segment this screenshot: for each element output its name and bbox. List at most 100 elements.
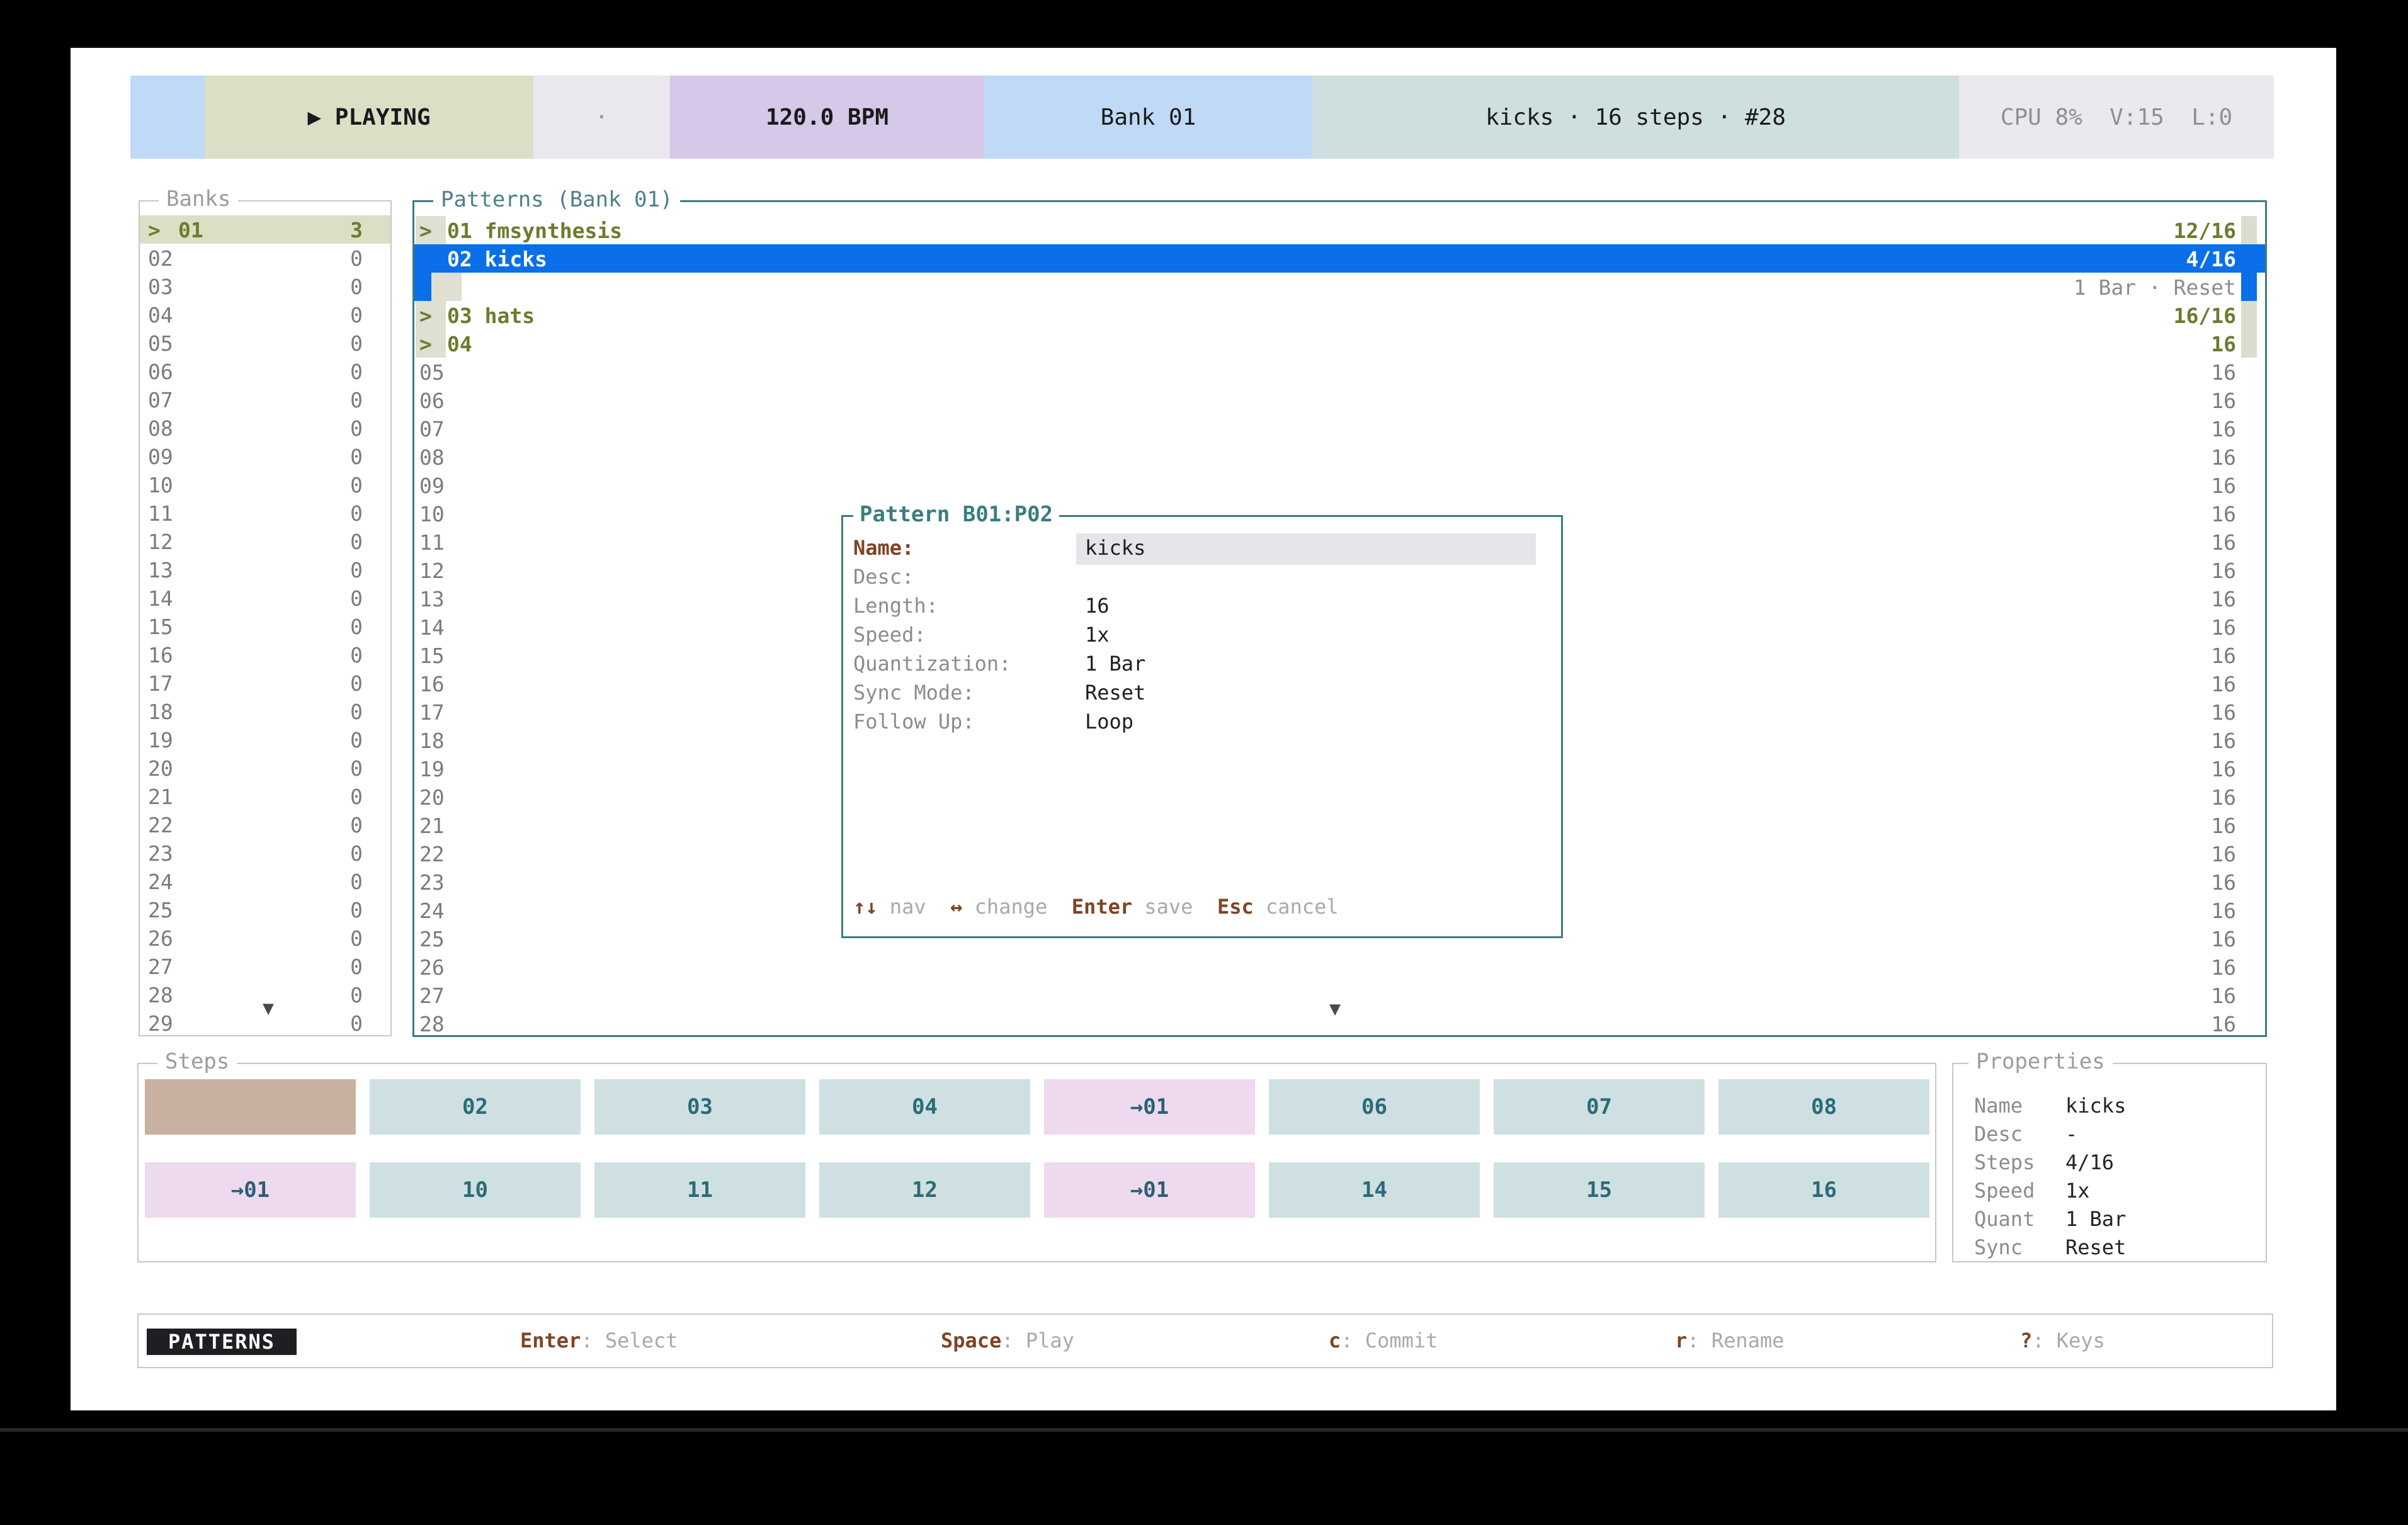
hint-key: c — [1329, 1329, 1341, 1352]
step-cell-3[interactable]: 03 — [594, 1079, 805, 1135]
bpm-display[interactable]: 120.0 BPM — [670, 76, 984, 159]
status-bar: PATTERNS Enter: SelectSpace: Playc: Comm… — [137, 1313, 2273, 1368]
modal-field-desc[interactable]: Desc: — [843, 561, 1561, 590]
modal-hint-key: ↑↓ — [853, 895, 878, 919]
bank-row-17[interactable]: 170 — [140, 669, 390, 697]
bank-row-18[interactable]: 180 — [140, 697, 390, 725]
bank-number: 18 — [148, 700, 173, 724]
bank-row-16[interactable]: 160 — [140, 640, 390, 669]
pattern-label: 16 — [419, 672, 445, 696]
step-cell-10[interactable]: 10 — [370, 1162, 581, 1218]
pattern-steps-count: 16 — [2211, 587, 2236, 611]
step-cell-16[interactable]: 16 — [1718, 1162, 1929, 1218]
step-cell-15[interactable]: 15 — [1494, 1162, 1705, 1218]
pattern-label: 28 — [419, 1012, 445, 1036]
bank-number: 14 — [148, 586, 173, 611]
pattern-row-08[interactable]: 0816 — [414, 443, 2265, 471]
bank-row-07[interactable]: 070 — [140, 385, 390, 414]
hint-key: r — [1675, 1329, 1687, 1352]
pattern-row-01[interactable]: >01 fmsynthesis12/16 — [414, 216, 2265, 244]
bank-row-01[interactable]: >013 — [140, 215, 390, 244]
bank-row-05[interactable]: 050 — [140, 329, 390, 357]
property-value: 4/16 — [2065, 1150, 2114, 1174]
bank-row-06[interactable]: 060 — [140, 357, 390, 385]
pattern-label: 10 — [419, 502, 445, 526]
step-cell-4[interactable]: 04 — [819, 1079, 1030, 1135]
bank-row-08[interactable]: 080 — [140, 414, 390, 442]
bank-row-03[interactable]: 030 — [140, 272, 390, 300]
step-cell-7[interactable]: 07 — [1494, 1079, 1705, 1135]
bank-row-15[interactable]: 150 — [140, 612, 390, 640]
bank-row-22[interactable]: 220 — [140, 810, 390, 839]
modal-field-length[interactable]: Length:16 — [843, 590, 1561, 619]
modal-field-label: Quantization: — [853, 652, 1011, 676]
pattern-row-03[interactable]: >03 hats16/16 — [414, 301, 2265, 329]
bank-number: 12 — [148, 530, 173, 554]
bank-display[interactable]: Bank 01 — [984, 76, 1312, 159]
pattern-row-26[interactable]: 2616 — [414, 953, 2265, 981]
pattern-label: 24 — [419, 899, 445, 923]
bank-row-21[interactable]: 21 0 — [140, 782, 390, 810]
pattern-row-detail[interactable]: 1 Bar · Reset — [414, 273, 2265, 301]
modal-field-speed[interactable]: Speed:1x — [843, 619, 1561, 648]
patterns-scroll-more-icon[interactable]: ▼ — [1329, 998, 1341, 1020]
step-cell-6[interactable]: 06 — [1269, 1079, 1480, 1135]
bank-pattern-count: 0 — [350, 388, 363, 412]
bank-row-20[interactable]: 200 — [140, 754, 390, 782]
step-cell-9[interactable]: →01 — [145, 1162, 356, 1218]
bank-row-09[interactable]: 090 — [140, 442, 390, 470]
bank-row-19[interactable]: 190 — [140, 725, 390, 754]
bank-row-13[interactable]: 130 — [140, 555, 390, 584]
bank-row-11[interactable]: 110 — [140, 499, 390, 527]
bank-row-04[interactable]: 040 — [140, 300, 390, 329]
step-cell-5[interactable]: →01 — [1044, 1079, 1255, 1135]
step-cell-12[interactable]: 12 — [819, 1162, 1030, 1218]
step-cell-1[interactable] — [145, 1079, 356, 1135]
statusbar-hint-c: c: Commit — [1329, 1315, 1438, 1367]
bank-pattern-count: 0 — [350, 785, 363, 809]
pattern-label: 20 — [419, 785, 445, 810]
modal-field-value: 16 — [1085, 594, 1110, 618]
pattern-row-07[interactable]: 0716 — [414, 414, 2265, 443]
bank-pattern-count: 0 — [350, 643, 363, 667]
bank-row-25[interactable]: 250 — [140, 895, 390, 924]
pattern-row-09[interactable]: 0916 — [414, 471, 2265, 499]
bank-pattern-count: 0 — [350, 983, 363, 1007]
banks-panel-title: Banks — [159, 186, 238, 212]
bank-row-12[interactable]: 120 — [140, 527, 390, 555]
pattern-row-05[interactable]: 0516 — [414, 358, 2265, 386]
banks-scroll-more-icon[interactable]: ▼ — [263, 997, 274, 1019]
step-cell-2[interactable]: 02 — [370, 1079, 581, 1135]
step-cell-label: 14 — [1361, 1177, 1387, 1203]
modal-field-syncmode[interactable]: Sync Mode:Reset — [843, 677, 1561, 706]
pattern-row-04[interactable]: >0416 — [414, 329, 2265, 358]
property-row-speed: Speed1x — [1953, 1176, 2266, 1204]
modal-field-followup[interactable]: Follow Up:Loop — [843, 706, 1561, 735]
property-value: Reset — [2065, 1235, 2126, 1259]
pattern-row-06[interactable]: 0616 — [414, 386, 2265, 414]
step-cell-11[interactable]: 11 — [594, 1162, 805, 1218]
bank-row-14[interactable]: 140 — [140, 584, 390, 612]
bank-number: 21 — [148, 785, 173, 809]
step-cell-14[interactable]: 14 — [1269, 1162, 1480, 1218]
statusbar-hint-space: Space: Play — [941, 1315, 1074, 1367]
step-cell-8[interactable]: 08 — [1718, 1079, 1929, 1135]
pattern-modal-title: Pattern B01:P02 — [853, 502, 1059, 527]
bank-row-24[interactable]: 240 — [140, 867, 390, 895]
bank-row-27[interactable]: 270 — [140, 952, 390, 980]
hint-desc: : Keys — [2032, 1329, 2105, 1352]
bank-row-23[interactable]: 230 — [140, 839, 390, 867]
pattern-label: 08 — [419, 445, 445, 470]
pattern-row-02[interactable]: 02 kicks4/16 — [414, 244, 2265, 273]
bank-number: 10 — [148, 473, 173, 497]
bank-row-10[interactable]: 100 — [140, 470, 390, 499]
pattern-steps-count: 16 — [2211, 785, 2236, 810]
property-value: - — [2065, 1122, 2077, 1146]
transport-status[interactable]: ▶ PLAYING — [205, 76, 533, 159]
step-cell-13[interactable]: →01 — [1044, 1162, 1255, 1218]
modal-field-quantization[interactable]: Quantization:1 Bar — [843, 648, 1561, 677]
modal-field-name[interactable]: Name:kicks — [843, 532, 1561, 561]
bank-row-26[interactable]: 260 — [140, 924, 390, 952]
bank-row-02[interactable]: 020 — [140, 244, 390, 272]
step-cell-label: 15 — [1586, 1177, 1612, 1203]
